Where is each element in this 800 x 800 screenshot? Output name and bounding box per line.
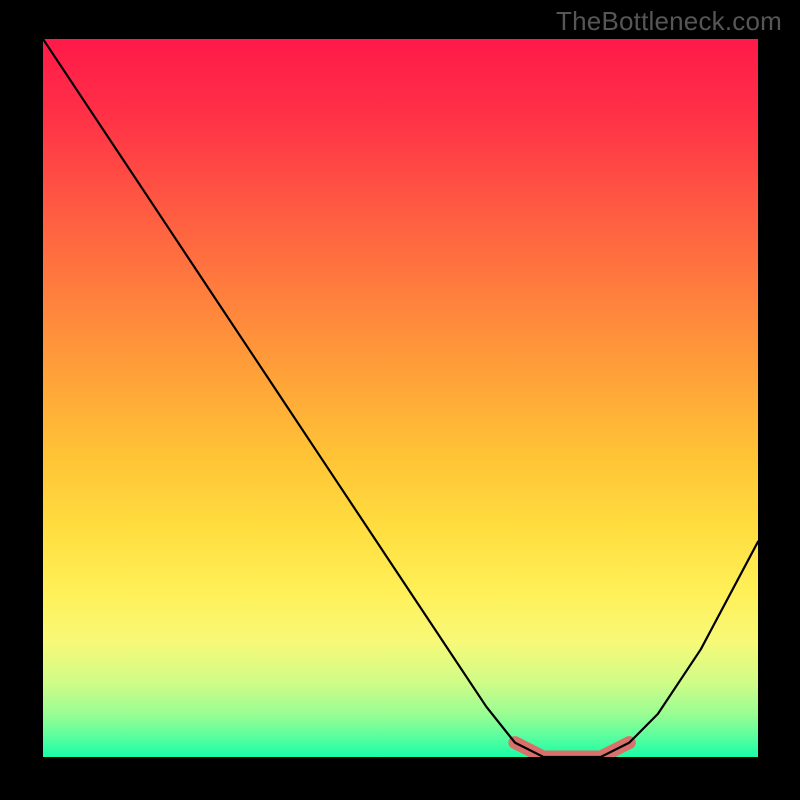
plot-area bbox=[43, 39, 758, 757]
plot-svg bbox=[43, 39, 758, 757]
chart-frame: TheBottleneck.com bbox=[0, 0, 800, 800]
gradient-background bbox=[43, 39, 758, 757]
watermark-label: TheBottleneck.com bbox=[556, 6, 782, 37]
